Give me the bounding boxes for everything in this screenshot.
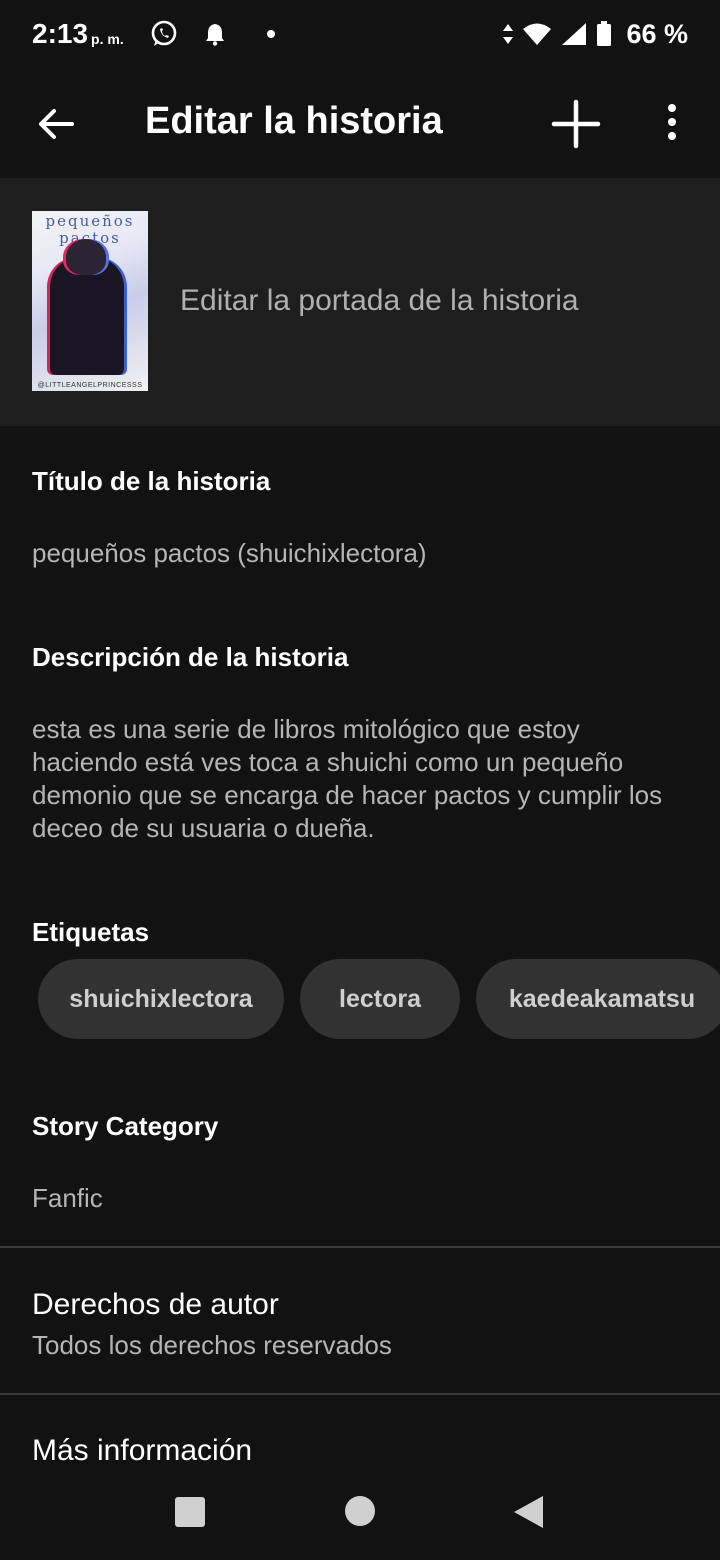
tag-chip[interactable]: kaedeakamatsu xyxy=(476,959,720,1039)
recent-apps-icon[interactable] xyxy=(174,1496,206,1533)
notification-bell-icon xyxy=(204,22,226,46)
more-info-row[interactable]: Más información xyxy=(32,1434,252,1468)
home-icon[interactable] xyxy=(344,1495,376,1532)
back-arrow-icon[interactable] xyxy=(36,104,76,144)
system-navigation-bar xyxy=(0,1470,720,1560)
tag-chip[interactable]: lectora xyxy=(300,959,460,1039)
story-description-field[interactable]: esta es una serie de libros mitológico q… xyxy=(32,713,692,845)
battery-percentage: 66 % xyxy=(626,18,688,49)
wifi-icon xyxy=(522,22,552,46)
data-arrows-icon xyxy=(502,22,514,46)
story-description-label: Descripción de la historia xyxy=(32,642,349,672)
dot-icon xyxy=(266,29,276,39)
cover-title-line1: pequeños xyxy=(45,212,135,230)
edit-cover-label[interactable]: Editar la portada de la historia xyxy=(180,284,579,318)
copyright-title: Derechos de autor xyxy=(32,1288,279,1321)
story-title-label: Título de la historia xyxy=(32,466,271,496)
tags-label: Etiquetas xyxy=(32,917,150,947)
status-time: 2:13 xyxy=(32,18,89,49)
status-ampm: p. m. xyxy=(91,31,124,47)
cover-author-text: @LITTLEANGELPRINCESSS xyxy=(37,382,143,389)
story-title-field[interactable]: pequeños pactos (shuichixlectora) xyxy=(32,538,427,569)
back-nav-icon[interactable] xyxy=(512,1494,544,1535)
status-bar: 2:13 p. m. 66 % xyxy=(0,0,720,68)
whatsapp-icon xyxy=(150,20,178,48)
story-category-field[interactable]: Fanfic xyxy=(32,1183,103,1214)
tags-list: shuichixlectora lectora kaedeakamatsu xyxy=(38,959,720,1039)
cover-head-art xyxy=(66,239,106,275)
cover-section[interactable]: pequeños pactos @LITTLEANGELPRINCESSS Ed… xyxy=(0,178,720,426)
tag-chip[interactable]: shuichixlectora xyxy=(38,959,284,1039)
divider xyxy=(0,1246,720,1248)
story-category-label: Story Category xyxy=(32,1111,219,1141)
story-cover-image[interactable]: pequeños pactos @LITTLEANGELPRINCESSS xyxy=(32,211,148,391)
copyright-value: Todos los derechos reservados xyxy=(32,1330,392,1360)
battery-icon xyxy=(596,21,612,47)
app-bar: Editar la historia xyxy=(0,68,720,178)
more-options-icon[interactable] xyxy=(660,102,684,142)
divider xyxy=(0,1393,720,1395)
signal-icon xyxy=(560,21,588,47)
page-title: Editar la historia xyxy=(145,100,443,142)
add-icon[interactable] xyxy=(550,98,602,150)
